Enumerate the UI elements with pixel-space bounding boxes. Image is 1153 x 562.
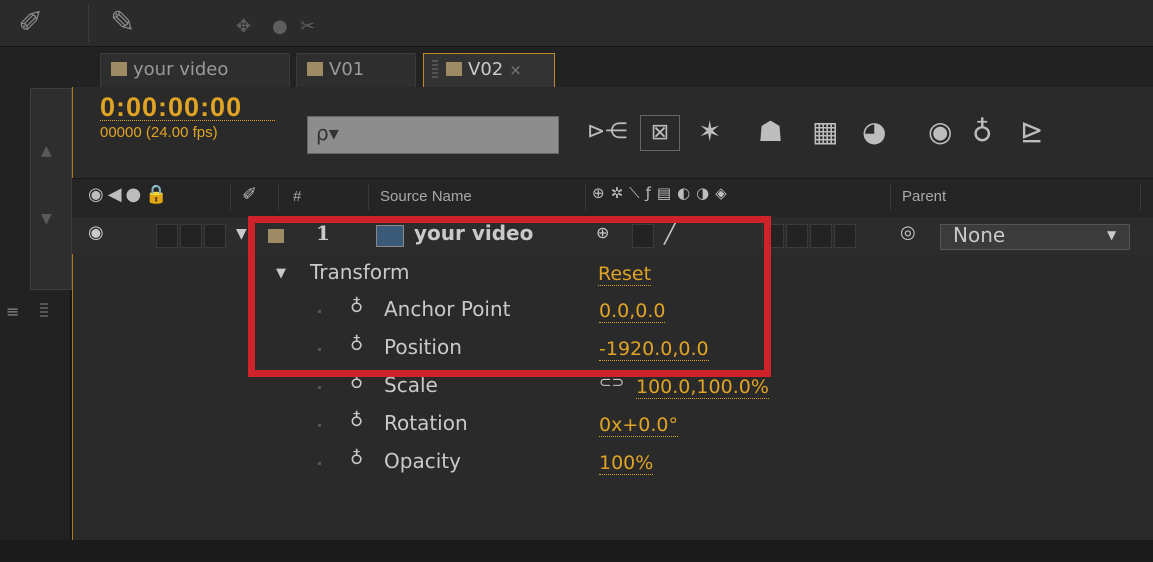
scroll-up-icon[interactable]: ▲ — [41, 143, 52, 159]
brainstorm-icon[interactable]: ◉ — [928, 112, 952, 152]
search-icon: ρ▾ — [316, 121, 339, 145]
auto-keyframe-icon[interactable]: ♁ — [972, 112, 993, 152]
tools-toolbar: ✐ ✎ ✥ ● ✂ — [0, 0, 1153, 47]
composition-mini-flowchart-icon[interactable]: ⊳⋲ — [587, 112, 627, 152]
hide-shy-layers-icon[interactable]: ☗ — [758, 112, 783, 152]
composition-tabbar: your video V01 V02 × — [0, 47, 1153, 88]
switches-icons: ⊕✲⟍ƒ▤◐◑◈ — [592, 184, 733, 202]
frame-blending-icon[interactable]: ▦ — [812, 112, 838, 152]
axis-icon[interactable]: ✥ — [236, 8, 251, 46]
panel-grip-icon-2[interactable] — [40, 303, 48, 319]
label-tag-icon[interactable]: ✐ — [242, 184, 261, 205]
column-header-source-name[interactable]: Source Name — [380, 188, 472, 205]
tab-grip-icon[interactable] — [432, 60, 438, 78]
3d-layer-switch[interactable] — [810, 224, 832, 248]
column-divider[interactable] — [368, 184, 369, 210]
tab-color-swatch — [111, 62, 127, 76]
frame-count: 00000 (24.00 fps) — [100, 124, 218, 141]
property-value-scale[interactable]: 100.0,100.0% — [636, 376, 769, 399]
column-divider[interactable] — [278, 184, 279, 210]
circle-icon[interactable]: ● — [272, 8, 288, 46]
parent-dropdown[interactable]: None ▼ — [940, 223, 1130, 250]
motion-blur-icon[interactable]: ◕ — [862, 112, 886, 152]
parent-pickwhip-icon[interactable]: ◎ — [900, 222, 916, 243]
tab-v02[interactable]: V02 × — [423, 53, 555, 88]
tab-v01[interactable]: V01 — [296, 53, 416, 88]
parent-dropdown-value: None — [953, 223, 1006, 247]
search-input[interactable]: ρ▾ — [307, 116, 559, 154]
column-divider[interactable] — [890, 184, 891, 210]
stopwatch-icon[interactable]: ♁ — [350, 410, 363, 431]
left-scrollbar[interactable]: ▲ ▼ — [30, 88, 72, 290]
pin-tool-icon[interactable]: ✎ — [110, 4, 135, 42]
property-name-opacity: Opacity — [384, 449, 461, 473]
tab-label: V01 — [329, 59, 365, 80]
adjustment-switch[interactable] — [786, 224, 808, 248]
toolbar-divider — [88, 4, 89, 42]
av-features-icons: ◉◀●🔒 — [88, 184, 172, 205]
scroll-down-icon[interactable]: ▼ — [41, 211, 52, 227]
tab-your-video[interactable]: your video — [100, 53, 290, 88]
property-value-opacity[interactable]: 100% — [599, 452, 654, 475]
property-name-rotation: Rotation — [384, 411, 468, 435]
column-header-parent[interactable]: Parent — [902, 188, 946, 205]
highlight-box — [248, 216, 771, 377]
tree-dot — [318, 424, 321, 427]
audio-toggle[interactable] — [156, 224, 178, 248]
puppet-tool-icon[interactable]: ✐ — [18, 4, 43, 42]
extra-switch[interactable] — [834, 224, 856, 248]
draft-3d-icon[interactable]: ✶ — [698, 112, 721, 152]
live-update-icon[interactable]: ⊠ — [640, 115, 680, 151]
current-time-display[interactable]: 0:00:00:00 — [100, 92, 242, 123]
panel-menu-icon-2[interactable]: ≡ — [6, 304, 24, 320]
mask-icon[interactable]: ✂ — [300, 8, 315, 46]
lock-toggle[interactable] — [204, 224, 226, 248]
tree-dot — [318, 462, 321, 465]
stopwatch-icon[interactable]: ♁ — [350, 448, 363, 469]
tab-color-swatch — [307, 62, 323, 76]
graph-editor-icon[interactable]: ⊵ — [1020, 112, 1043, 152]
tree-dot — [318, 386, 321, 389]
column-divider[interactable] — [585, 184, 586, 210]
chevron-down-icon[interactable]: ▼ — [1107, 228, 1116, 242]
tab-color-swatch — [446, 62, 462, 76]
column-divider[interactable] — [230, 184, 231, 210]
timecode-underline — [100, 120, 275, 121]
expand-arrow-icon[interactable]: ▼ — [236, 226, 247, 242]
property-value-rotation[interactable]: 0x+0.0° — [599, 414, 678, 437]
tab-label: V02 — [468, 59, 504, 80]
close-icon[interactable]: × — [509, 61, 522, 79]
column-divider[interactable] — [1140, 184, 1141, 210]
solo-toggle[interactable] — [180, 224, 202, 248]
column-header-number[interactable]: # — [293, 188, 301, 205]
panel-bottom-edge — [0, 540, 1153, 562]
tab-label: your video — [133, 59, 229, 80]
visibility-eye-icon[interactable]: ◉ — [88, 222, 104, 243]
